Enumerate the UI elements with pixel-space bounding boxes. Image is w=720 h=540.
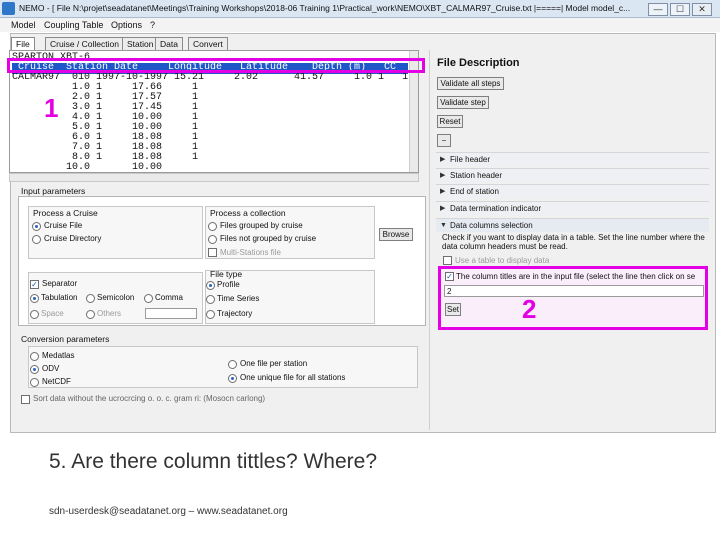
one-unique-file-radio[interactable] <box>228 374 237 383</box>
minimize-button[interactable]: — <box>648 3 668 16</box>
chevron-down-icon: ▼ <box>440 222 447 229</box>
validate-step-button[interactable]: Validate step <box>437 96 489 109</box>
tab-convert[interactable]: Convert <box>188 37 228 50</box>
sort-data-label: Sort data without the ucrocrcing o. o. c… <box>33 394 266 403</box>
odv-radio[interactable] <box>30 365 39 374</box>
display-table-label: Use a table to display data <box>455 256 550 265</box>
process-cruise-label: Process a Cruise <box>33 208 98 218</box>
tab-cruise-collection[interactable]: Cruise / Collection <box>45 37 124 50</box>
section-data-columns-selection[interactable]: ▼ Data columns selection <box>436 218 709 232</box>
multi-stations-label: Multi-Stations file <box>220 248 281 257</box>
highlight-box-header-line <box>7 58 425 73</box>
input-parameters-label: Input parameters <box>21 186 86 196</box>
tabulation-radio[interactable] <box>30 294 39 303</box>
trajectory-label: Trajectory <box>217 309 253 318</box>
others-separator-input[interactable] <box>145 308 197 319</box>
separator-label: Separator <box>42 279 78 288</box>
close-button[interactable]: ✕ <box>692 3 712 16</box>
menu-help[interactable]: ? <box>150 20 155 30</box>
comma-radio[interactable] <box>144 294 153 303</box>
reset-button[interactable]: Reset <box>437 115 463 128</box>
cruise-file-radio[interactable] <box>32 222 41 231</box>
netcdf-radio[interactable] <box>30 378 39 387</box>
window-title: NEMO - [ File N:\projet\seadatanet\Meeti… <box>19 3 631 13</box>
section-label: Data columns selection <box>450 221 533 230</box>
profile-label: Profile <box>217 280 240 289</box>
files-grouped-radio[interactable] <box>208 222 217 231</box>
time-series-label: Time Series <box>217 294 260 303</box>
panel-divider[interactable] <box>429 50 430 430</box>
slide-footer: sdn-userdesk@seadatanet.org – www.seadat… <box>49 506 288 517</box>
data-columns-help-text: Check if you want to display data in a t… <box>442 233 705 251</box>
chevron-right-icon: ▶ <box>440 156 446 163</box>
semicolon-label: Semicolon <box>97 293 135 302</box>
section-end-of-station[interactable]: ▶ End of station <box>436 184 709 198</box>
chevron-right-icon: ▶ <box>440 205 446 212</box>
app-icon <box>2 2 15 15</box>
collapse-all-button[interactable]: − <box>437 134 451 147</box>
raw-line[interactable]: 10.0 10.00 <box>12 162 162 172</box>
semicolon-radio[interactable] <box>86 294 95 303</box>
one-unique-file-label: One unique file for all stations <box>240 373 346 382</box>
display-table-checkbox[interactable] <box>443 256 452 265</box>
cruise-directory-radio[interactable] <box>32 235 41 244</box>
section-station-header[interactable]: ▶ Station header <box>436 168 709 182</box>
time-series-radio[interactable] <box>206 295 215 304</box>
section-file-header[interactable]: ▶ File header <box>436 152 709 166</box>
file-description-title: File Description <box>437 57 520 69</box>
space-label: Space <box>41 309 64 318</box>
files-not-grouped-radio[interactable] <box>208 235 217 244</box>
highlight-box-column-titles <box>438 266 708 330</box>
process-collection-label: Process a collection <box>210 208 286 218</box>
one-file-per-station-label: One file per station <box>240 359 308 368</box>
conversion-parameters-frame <box>28 346 418 388</box>
section-label: Data termination indicator <box>450 204 542 213</box>
tab-data[interactable]: Data <box>155 37 183 50</box>
medatlas-label: Medatlas <box>42 351 75 360</box>
separator-checkbox[interactable]: ✓ <box>30 280 39 289</box>
file-type-label: File type <box>210 269 243 279</box>
slide-question: 5. Are there column tittles? Where? <box>49 450 377 473</box>
menu-options[interactable]: Options <box>111 20 142 30</box>
menu-bar <box>0 18 720 32</box>
trajectory-radio[interactable] <box>206 310 215 319</box>
others-radio[interactable] <box>86 310 95 319</box>
section-label: File header <box>450 155 491 164</box>
sort-data-checkbox[interactable] <box>21 395 30 404</box>
browse-button[interactable]: Browse <box>379 228 413 241</box>
medatlas-radio[interactable] <box>30 352 39 361</box>
files-not-grouped-label: Files not grouped by cruise <box>220 234 317 243</box>
others-label: Others <box>97 309 122 318</box>
menu-coupling-table[interactable]: Coupling Table <box>44 20 103 30</box>
comma-label: Comma <box>155 293 184 302</box>
netcdf-label: NetCDF <box>42 377 71 386</box>
callout-1: 1 <box>44 93 59 123</box>
menu-model[interactable]: Model <box>11 20 36 30</box>
cruise-file-label: Cruise File <box>44 221 83 230</box>
space-radio[interactable] <box>30 310 39 319</box>
odv-label: ODV <box>42 364 60 373</box>
one-file-per-station-radio[interactable] <box>228 360 237 369</box>
conversion-parameters-label: Conversion parameters <box>21 334 110 344</box>
section-label: Station header <box>450 171 503 180</box>
validate-all-steps-button[interactable]: Validate all steps <box>437 77 504 90</box>
cruise-directory-label: Cruise Directory <box>44 234 102 243</box>
section-data-termination[interactable]: ▶ Data termination indicator <box>436 201 709 215</box>
callout-2: 2 <box>522 294 537 324</box>
chevron-right-icon: ▶ <box>440 172 446 179</box>
tabulation-label: Tabulation <box>41 293 78 302</box>
chevron-right-icon: ▶ <box>440 188 446 195</box>
profile-radio[interactable] <box>206 281 215 290</box>
maximize-button[interactable]: ☐ <box>670 3 690 16</box>
tab-file[interactable]: File <box>11 37 35 50</box>
horizontal-scrollbar[interactable] <box>9 173 419 182</box>
section-label: End of station <box>450 187 499 196</box>
tab-station[interactable]: Station <box>122 37 159 50</box>
multi-stations-checkbox[interactable] <box>208 248 217 257</box>
files-grouped-label: Files grouped by cruise <box>220 221 303 230</box>
